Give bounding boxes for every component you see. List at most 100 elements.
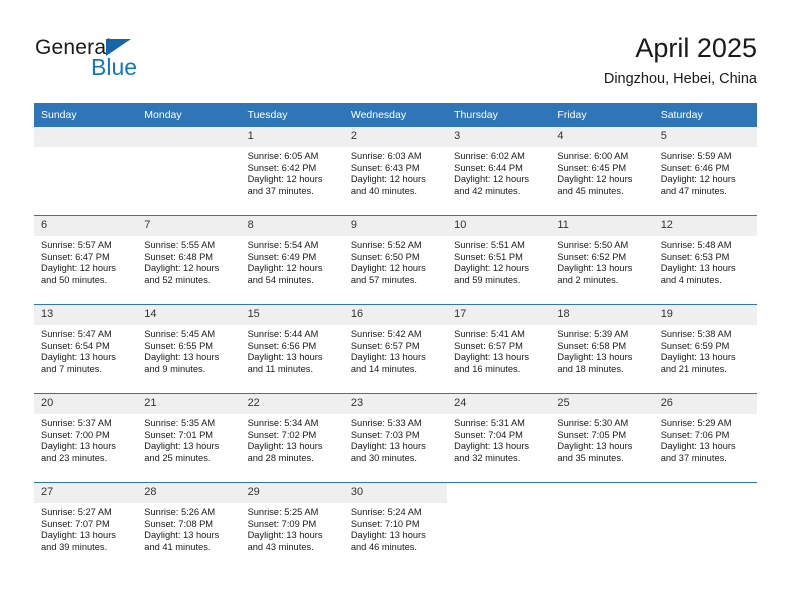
day-number: 18 — [550, 305, 654, 325]
daylight-text-line1: Daylight: 13 hours — [660, 441, 736, 452]
calendar-day-cell[interactable]: 2 Sunrise: 6:03 AM Sunset: 6:43 PM Daylight… — [343, 127, 448, 216]
calendar-day-cell[interactable]: 12 Sunrise: 5:48 AM Sunset: 6:53 PM Dayligh… — [653, 215, 757, 305]
sunrise-text: Sunrise: 6:05 AM — [247, 151, 319, 161]
day-details: Sunrise: 5:26 AM Sunset: 7:08 PM Daylight:… — [137, 503, 240, 553]
day-number: 7 — [137, 216, 241, 236]
calendar-day-cell[interactable]: 15 Sunrise: 5:44 AM Sunset: 6:56 PM Dayligh… — [240, 304, 344, 394]
calendar-day-cell[interactable]: 4 Sunrise: 6:00 AM Sunset: 6:45 PM Daylight… — [550, 127, 654, 216]
day-details: Sunrise: 5:59 AM Sunset: 6:46 PM Daylight:… — [654, 147, 757, 197]
calendar-day-cell[interactable]: 29 Sunrise: 5:25 AM Sunset: 7:09 PM Dayligh… — [240, 482, 344, 571]
sunrise-text: Sunrise: 5:50 AM — [557, 240, 629, 250]
calendar-day-cell[interactable]: 6 Sunrise: 5:57 AM Sunset: 6:47 PM Daylight… — [34, 215, 138, 305]
sunrise-text: Sunrise: 5:54 AM — [247, 240, 319, 250]
calendar-day-cell[interactable]: 23 Sunrise: 5:33 AM Sunset: 7:03 PM Dayligh… — [343, 393, 448, 483]
calendar-day-cell[interactable]: 9 Sunrise: 5:52 AM Sunset: 6:50 PM Daylight… — [343, 215, 448, 305]
day-number — [550, 483, 653, 503]
sunset-text: Sunset: 7:02 PM — [247, 429, 317, 440]
calendar-day-cell[interactable]: 16 Sunrise: 5:42 AM Sunset: 6:57 PM Dayligh… — [343, 304, 448, 394]
title-block: April 2025 Dingzhou, Hebei, China — [604, 32, 757, 88]
daylight-text-line2: and 9 minutes. — [144, 363, 206, 374]
daylight-text-line2: and 59 minutes. — [454, 274, 521, 285]
page-header: General Blue April 2025 Dingzhou, Hebei,… — [0, 0, 792, 95]
day-box: 13 Sunrise: 5:47 AM Sunset: 6:54 PM Dayligh… — [34, 305, 138, 393]
sunrise-text: Sunrise: 5:48 AM — [660, 240, 732, 250]
weekday-header-thursday: Thursday — [447, 103, 551, 127]
location-subtitle: Dingzhou, Hebei, China — [603, 71, 757, 87]
calendar-week-row: 27 Sunrise: 5:27 AM Sunset: 7:07 PM Dayligh… — [34, 482, 757, 571]
daylight-text-line1: Daylight: 13 hours — [557, 441, 633, 452]
day-box: 16 Sunrise: 5:42 AM Sunset: 6:57 PM Dayligh… — [343, 305, 448, 393]
calendar-day-cell[interactable]: 8 Sunrise: 5:54 AM Sunset: 6:49 PM Daylight… — [240, 215, 344, 305]
day-details: Sunrise: 5:35 AM Sunset: 7:01 PM Daylight:… — [137, 414, 240, 464]
sunrise-text: Sunrise: 5:45 AM — [144, 329, 216, 339]
calendar-day-cell[interactable]: 14 Sunrise: 5:45 AM Sunset: 6:55 PM Dayligh… — [137, 304, 241, 394]
calendar-day-cell[interactable]: 27 Sunrise: 5:27 AM Sunset: 7:07 PM Dayligh… — [34, 482, 138, 571]
daylight-text-line1: Daylight: 12 hours — [454, 263, 530, 274]
calendar-day-cell[interactable]: 5 Sunrise: 5:59 AM Sunset: 6:46 PM Daylight… — [653, 127, 757, 216]
calendar-day-cell[interactable]: 10 Sunrise: 5:51 AM Sunset: 6:51 PM Dayligh… — [447, 215, 551, 305]
day-box: 24 Sunrise: 5:31 AM Sunset: 7:04 PM Dayligh… — [447, 394, 551, 482]
daylight-text-line1: Daylight: 12 hours — [350, 174, 426, 185]
sunrise-text: Sunrise: 6:02 AM — [454, 151, 525, 161]
sunrise-text: Sunrise: 5:57 AM — [41, 240, 112, 250]
calendar-week-row: 6 Sunrise: 5:57 AM Sunset: 6:47 PM Daylight… — [34, 215, 757, 305]
daylight-text-line2: and 46 minutes. — [350, 541, 417, 552]
calendar-day-cell[interactable]: 7 Sunrise: 5:55 AM Sunset: 6:48 PM Daylight… — [137, 215, 241, 305]
day-number: 28 — [137, 483, 241, 503]
brand-logo[interactable]: General Blue — [35, 36, 255, 86]
day-number: 11 — [550, 216, 654, 236]
day-box: 8 Sunrise: 5:54 AM Sunset: 6:49 PM Daylight… — [240, 216, 344, 304]
calendar-empty-cell — [447, 482, 551, 571]
sunset-text: Sunset: 6:59 PM — [660, 340, 730, 351]
daylight-text-line2: and 40 minutes. — [350, 185, 417, 196]
calendar-day-cell[interactable]: 28 Sunrise: 5:26 AM Sunset: 7:08 PM Dayligh… — [137, 482, 241, 571]
day-number: 10 — [447, 216, 551, 236]
weekday-header-sunday: Sunday — [34, 103, 138, 127]
calendar-day-cell[interactable]: 19 Sunrise: 5:38 AM Sunset: 6:59 PM Dayligh… — [653, 304, 757, 394]
sunrise-text: Sunrise: 6:00 AM — [557, 151, 629, 161]
calendar-day-cell[interactable]: 25 Sunrise: 5:30 AM Sunset: 7:05 PM Dayligh… — [550, 393, 654, 483]
calendar-day-cell[interactable]: 22 Sunrise: 5:34 AM Sunset: 7:02 PM Dayligh… — [240, 393, 344, 483]
day-box: 10 Sunrise: 5:51 AM Sunset: 6:51 PM Dayligh… — [447, 216, 551, 304]
day-box: 18 Sunrise: 5:39 AM Sunset: 6:58 PM Dayligh… — [550, 305, 654, 393]
day-details: Sunrise: 5:50 AM Sunset: 6:52 PM Daylight:… — [550, 236, 653, 286]
calendar-day-cell[interactable]: 24 Sunrise: 5:31 AM Sunset: 7:04 PM Dayligh… — [447, 393, 551, 483]
daylight-text-line1: Daylight: 13 hours — [454, 441, 530, 452]
day-number: 3 — [447, 127, 551, 147]
calendar-day-cell[interactable]: 13 Sunrise: 5:47 AM Sunset: 6:54 PM Dayligh… — [34, 304, 138, 394]
day-box: 11 Sunrise: 5:50 AM Sunset: 6:52 PM Dayligh… — [550, 216, 654, 304]
day-number — [654, 483, 757, 503]
day-details: Sunrise: 5:39 AM Sunset: 6:58 PM Daylight:… — [550, 325, 653, 375]
calendar-day-cell[interactable]: 1 Sunrise: 6:05 AM Sunset: 6:42 PM Daylight… — [240, 127, 344, 216]
calendar-day-cell[interactable]: 21 Sunrise: 5:35 AM Sunset: 7:01 PM Dayligh… — [137, 393, 241, 483]
daylight-text-line1: Daylight: 12 hours — [350, 263, 426, 274]
calendar-day-cell[interactable]: 18 Sunrise: 5:39 AM Sunset: 6:58 PM Dayligh… — [550, 304, 654, 394]
day-number: 1 — [240, 127, 344, 147]
calendar-day-cell[interactable]: 17 Sunrise: 5:41 AM Sunset: 6:57 PM Dayligh… — [447, 304, 551, 394]
calendar-grid: Sunday Monday Tuesday Wednesday Thursday Frid… — [34, 103, 757, 571]
daylight-text-line2: and 16 minutes. — [454, 363, 521, 374]
day-number: 5 — [653, 127, 757, 147]
day-details: Sunrise: 5:51 AM Sunset: 6:51 PM Daylight:… — [447, 236, 550, 286]
sunrise-text: Sunrise: 5:52 AM — [350, 240, 422, 250]
daylight-text-line2: and 47 minutes. — [660, 185, 727, 196]
day-box: 14 Sunrise: 5:45 AM Sunset: 6:55 PM Dayligh… — [137, 305, 241, 393]
calendar-day-cell[interactable]: 30 Sunrise: 5:24 AM Sunset: 7:10 PM Dayligh… — [343, 482, 448, 571]
sunset-text: Sunset: 7:01 PM — [144, 429, 214, 440]
calendar-day-cell[interactable]: 3 Sunrise: 6:02 AM Sunset: 6:44 PM Daylight… — [447, 127, 551, 216]
calendar-day-cell[interactable]: 20 Sunrise: 5:37 AM Sunset: 7:00 PM Dayligh… — [34, 393, 138, 483]
day-number: 2 — [343, 127, 448, 147]
day-box: 3 Sunrise: 6:02 AM Sunset: 6:44 PM Daylight… — [447, 127, 551, 215]
daylight-text-line1: Daylight: 13 hours — [350, 352, 426, 363]
sunrise-text: Sunrise: 5:29 AM — [660, 418, 732, 428]
daylight-text-line1: Daylight: 13 hours — [144, 352, 220, 363]
day-number: 20 — [34, 394, 138, 414]
day-details: Sunrise: 5:52 AM Sunset: 6:50 PM Daylight:… — [344, 236, 447, 286]
calendar-day-cell[interactable]: 26 Sunrise: 5:29 AM Sunset: 7:06 PM Dayligh… — [653, 393, 757, 483]
sunset-text: Sunset: 7:10 PM — [350, 518, 420, 529]
day-box: 29 Sunrise: 5:25 AM Sunset: 7:09 PM Dayligh… — [240, 483, 344, 571]
sunrise-text: Sunrise: 5:33 AM — [350, 418, 422, 428]
sunset-text: Sunset: 7:04 PM — [454, 429, 523, 440]
calendar-day-cell[interactable]: 11 Sunrise: 5:50 AM Sunset: 6:52 PM Dayligh… — [550, 215, 654, 305]
sunrise-text: Sunrise: 5:55 AM — [144, 240, 216, 250]
